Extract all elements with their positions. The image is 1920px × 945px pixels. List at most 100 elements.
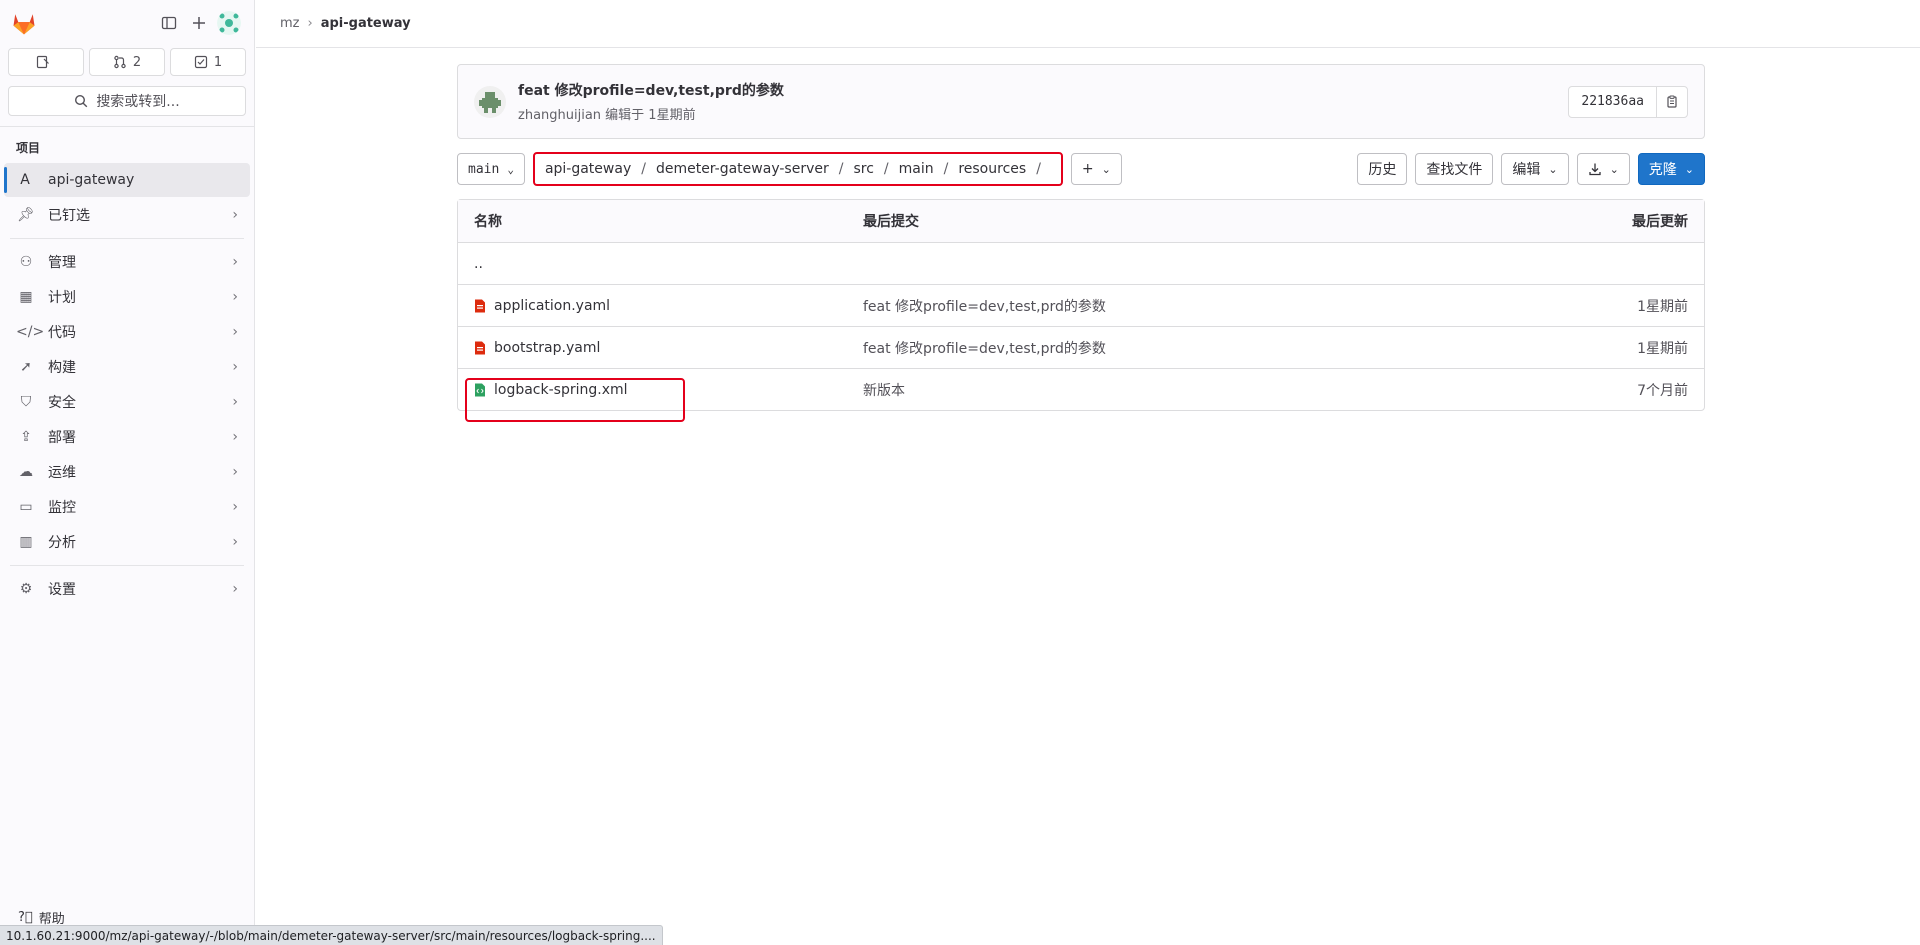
divider <box>10 238 244 239</box>
chevron-right-icon: › <box>232 499 238 515</box>
sidebar-item-label: 代码 <box>48 325 76 341</box>
table-row[interactable]: logback-spring.xml 新版本 7个月前 <box>458 368 1704 410</box>
add-to-tree-button[interactable]: + ⌄ <box>1070 153 1122 185</box>
download-icon <box>1588 163 1601 176</box>
sidebar-top <box>0 0 254 46</box>
gitlab-logo-icon[interactable] <box>10 9 38 37</box>
breadcrumb-parent[interactable]: mz <box>280 16 300 31</box>
search-button[interactable]: 搜索或转到... <box>8 86 246 116</box>
issues-icon <box>36 55 49 69</box>
file-name[interactable]: application.yaml <box>494 298 610 314</box>
file-name[interactable]: logback-spring.xml <box>494 382 628 398</box>
path-separator: / <box>1036 161 1041 177</box>
parent-dir-link[interactable]: .. <box>474 256 483 272</box>
sidebar-nav: A api-gateway 📌︎ 已钉选 › ⚇ 管理 › ▦ 计划 › </> <box>0 163 254 606</box>
sidebar-item-label: api-gateway <box>48 172 135 188</box>
sidebar-item-plan[interactable]: ▦ 计划 › <box>4 280 250 314</box>
chevron-right-icon: › <box>232 207 238 223</box>
sidebar-item-code[interactable]: </> 代码 › <box>4 315 250 349</box>
path-segment[interactable]: demeter-gateway-server <box>656 161 829 177</box>
sidebar-item-label: 监控 <box>48 500 76 516</box>
file-last-commit[interactable]: feat 修改profile=dev,test,prd的参数 <box>863 296 1504 316</box>
file-updated: 1星期前 <box>1637 298 1688 315</box>
user-avatar[interactable] <box>214 8 244 38</box>
chevron-right-icon: › <box>232 359 238 375</box>
breadcrumb-current[interactable]: api-gateway <box>321 16 411 31</box>
rocket-icon: ➚ <box>20 359 32 375</box>
search-label: 搜索或转到... <box>96 94 180 110</box>
file-last-commit[interactable]: feat 修改profile=dev,test,prd的参数 <box>863 338 1504 358</box>
commit-meta: zhanghuijian 编辑于 1星期前 <box>518 108 696 123</box>
todos-count: 1 <box>213 54 223 70</box>
sidebar-item-manage[interactable]: ⚇ 管理 › <box>4 245 250 279</box>
chevron-right-icon: › <box>232 534 238 550</box>
sidebar-item-monitor[interactable]: ▭ 监控 › <box>4 490 250 524</box>
path-separator: / <box>883 161 889 177</box>
chevron-down-icon: ⌄ <box>1609 162 1619 176</box>
sidebar-item-build[interactable]: ➚ 构建 › <box>4 350 250 384</box>
breadcrumb: mz › api-gateway <box>256 0 1920 48</box>
branch-name: main <box>468 161 500 177</box>
table-header: 名称 最后提交 最后更新 <box>458 200 1704 242</box>
path-segment[interactable]: api-gateway <box>545 161 631 177</box>
clone-button[interactable]: 克隆 ⌄ <box>1637 153 1705 185</box>
xml-file-icon <box>475 383 485 396</box>
todo-icon <box>194 55 207 69</box>
repo-path-breadcrumb: api-gateway / demeter-gateway-server / s… <box>532 152 1063 186</box>
section-label: 项目 <box>16 141 41 155</box>
sidebar-item-label: 管理 <box>48 255 76 271</box>
find-file-button[interactable]: 查找文件 <box>1415 153 1494 185</box>
history-button[interactable]: 历史 <box>1357 153 1408 185</box>
sidebar-item-settings[interactable]: ⚙ 设置 › <box>4 572 250 606</box>
copy-sha-button[interactable] <box>1657 87 1687 117</box>
sidebar-item-label: 分析 <box>48 535 76 551</box>
file-updated: 1星期前 <box>1637 340 1688 357</box>
branch-selector[interactable]: main ⌄ <box>457 153 525 185</box>
plus-icon[interactable] <box>184 8 214 38</box>
download-button[interactable]: ⌄ <box>1576 153 1630 185</box>
commit-title[interactable]: feat 修改profile=dev,test,prd的参数 <box>518 80 1568 100</box>
repo-toolbar: main ⌄ api-gateway / demeter-gateway-ser… <box>457 152 1705 186</box>
merge-requests-count: 2 <box>132 54 142 70</box>
table-row[interactable]: application.yaml feat 修改profile=dev,test… <box>458 284 1704 326</box>
sidebar-item-operate[interactable]: ☁ 运维 › <box>4 455 250 489</box>
chevron-down-icon: ⌄ <box>1684 162 1694 176</box>
find-file-label: 查找文件 <box>1426 162 1483 178</box>
clone-label: 克隆 <box>1648 162 1677 178</box>
commit-sha[interactable]: 221836aa <box>1569 86 1657 117</box>
toggle-sidebar-icon[interactable] <box>154 8 184 38</box>
sidebar-item-label: 已钉选 <box>48 208 90 224</box>
issues-count-button[interactable] <box>8 48 84 76</box>
column-header-last-commit: 最后提交 <box>863 214 919 230</box>
file-last-commit[interactable]: 新版本 <box>863 380 1504 400</box>
sidebar-item-project[interactable]: A api-gateway <box>4 163 250 197</box>
commit-author-avatar[interactable] <box>474 85 506 118</box>
chevron-down-icon: ⌄ <box>1101 162 1111 176</box>
chevron-right-icon: › <box>307 16 313 31</box>
sidebar-item-analyze[interactable]: ▥ 分析 › <box>4 525 250 559</box>
path-separator: / <box>943 161 949 177</box>
sidebar-item-deploy[interactable]: ⇪ 部署 › <box>4 420 250 454</box>
column-header-last-update: 最后更新 <box>1632 214 1688 230</box>
sidebar-item-security[interactable]: ⛉ 安全 › <box>4 385 250 419</box>
file-name[interactable]: bootstrap.yaml <box>494 340 600 356</box>
code-icon: </> <box>16 324 45 340</box>
sidebar-counts: 2 1 <box>0 46 254 76</box>
edit-button[interactable]: 编辑 ⌄ <box>1501 153 1569 185</box>
help-icon: ?⃝ <box>18 910 33 925</box>
chevron-right-icon: › <box>232 324 238 340</box>
sidebar-item-pinned[interactable]: 📌︎ 已钉选 › <box>4 198 250 232</box>
path-segment[interactable]: src <box>853 161 873 177</box>
search-icon <box>75 94 88 108</box>
table-row-parent-dir[interactable]: .. <box>458 242 1704 284</box>
sidebar-item-label: 计划 <box>48 290 76 306</box>
table-row[interactable]: bootstrap.yaml feat 修改profile=dev,test,p… <box>458 326 1704 368</box>
merge-requests-count-button[interactable]: 2 <box>89 48 165 76</box>
column-header-name: 名称 <box>474 214 502 230</box>
chevron-right-icon: › <box>232 429 238 445</box>
chevron-right-icon: › <box>232 581 238 597</box>
path-segment[interactable]: main <box>899 161 934 177</box>
path-segment[interactable]: resources <box>958 161 1026 177</box>
chevron-right-icon: › <box>232 254 238 270</box>
todos-count-button[interactable]: 1 <box>170 48 246 76</box>
